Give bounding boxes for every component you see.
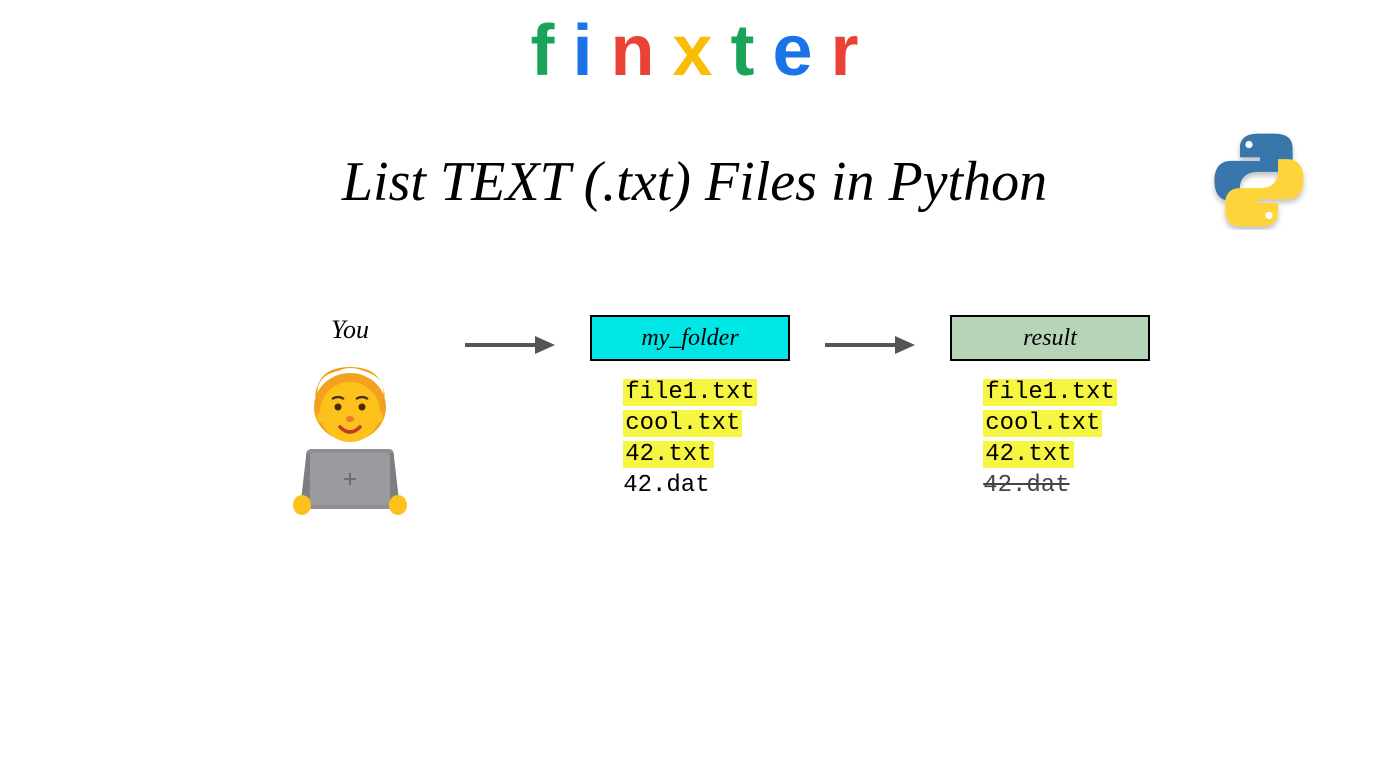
logo-letter-r: r xyxy=(831,10,859,92)
page-title: List TEXT (.txt) Files in Python xyxy=(342,150,1047,214)
folder-box: my_folder xyxy=(590,315,790,361)
result-file-list: file1.txt cool.txt 42.txt 42.dat xyxy=(983,379,1117,499)
you-column: You xyxy=(270,315,430,517)
you-label: You xyxy=(331,315,369,345)
file-item-excluded: 42.dat xyxy=(983,472,1069,499)
result-column: result file1.txt cool.txt 42.txt 42.dat xyxy=(950,315,1150,499)
logo-letter-i: i xyxy=(572,10,592,92)
arrow-icon xyxy=(820,330,920,360)
file-item: file1.txt xyxy=(983,379,1117,406)
python-logo-icon xyxy=(1209,130,1309,230)
file-item: 42.dat xyxy=(623,472,709,499)
result-box-label: result xyxy=(1023,325,1077,352)
diagram: You xyxy=(270,315,1150,517)
logo-letter-e: e xyxy=(772,10,812,92)
person-at-laptop-icon xyxy=(270,357,430,517)
file-item: cool.txt xyxy=(983,410,1102,437)
folder-file-list: file1.txt cool.txt 42.txt 42.dat xyxy=(623,379,757,499)
file-item: 42.txt xyxy=(623,441,713,468)
folder-box-label: my_folder xyxy=(641,325,738,352)
result-box: result xyxy=(950,315,1150,361)
finxter-logo: f i n x t e r xyxy=(530,10,858,92)
logo-letter-x: x xyxy=(672,10,712,92)
logo-letter-n: n xyxy=(610,10,654,92)
file-item: file1.txt xyxy=(623,379,757,406)
folder-column: my_folder file1.txt cool.txt 42.txt 42.d… xyxy=(590,315,790,499)
file-item: 42.txt xyxy=(983,441,1073,468)
logo-letter-t: t xyxy=(730,10,754,92)
logo-letter-f: f xyxy=(530,10,554,92)
arrow-icon xyxy=(460,330,560,360)
file-item: cool.txt xyxy=(623,410,742,437)
